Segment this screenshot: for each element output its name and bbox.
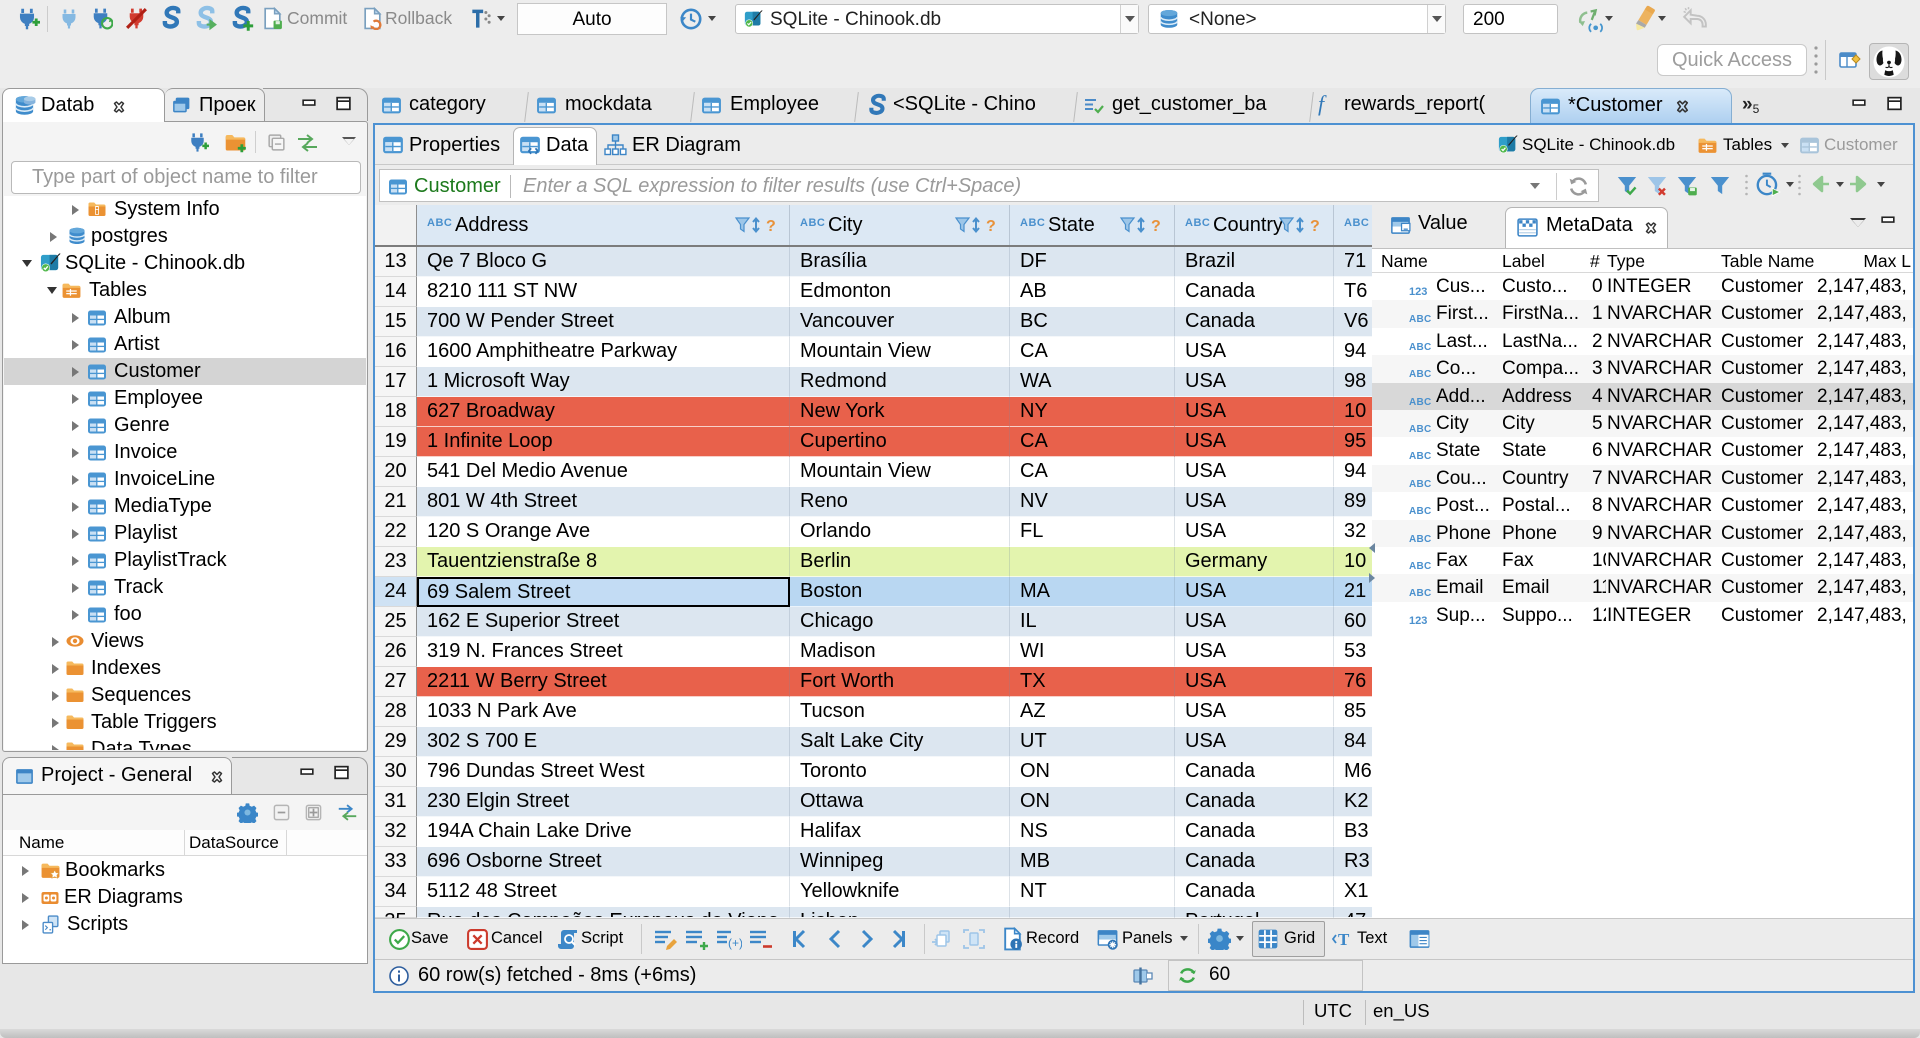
svg-text:(+): (+) [728, 936, 742, 950]
svg-text:?: ? [986, 218, 996, 235]
svg-text:?: ? [1310, 218, 1320, 235]
svg-text:T: T [1338, 930, 1350, 949]
svg-text:?: ? [766, 218, 776, 235]
svg-text:?: ? [1151, 218, 1161, 235]
